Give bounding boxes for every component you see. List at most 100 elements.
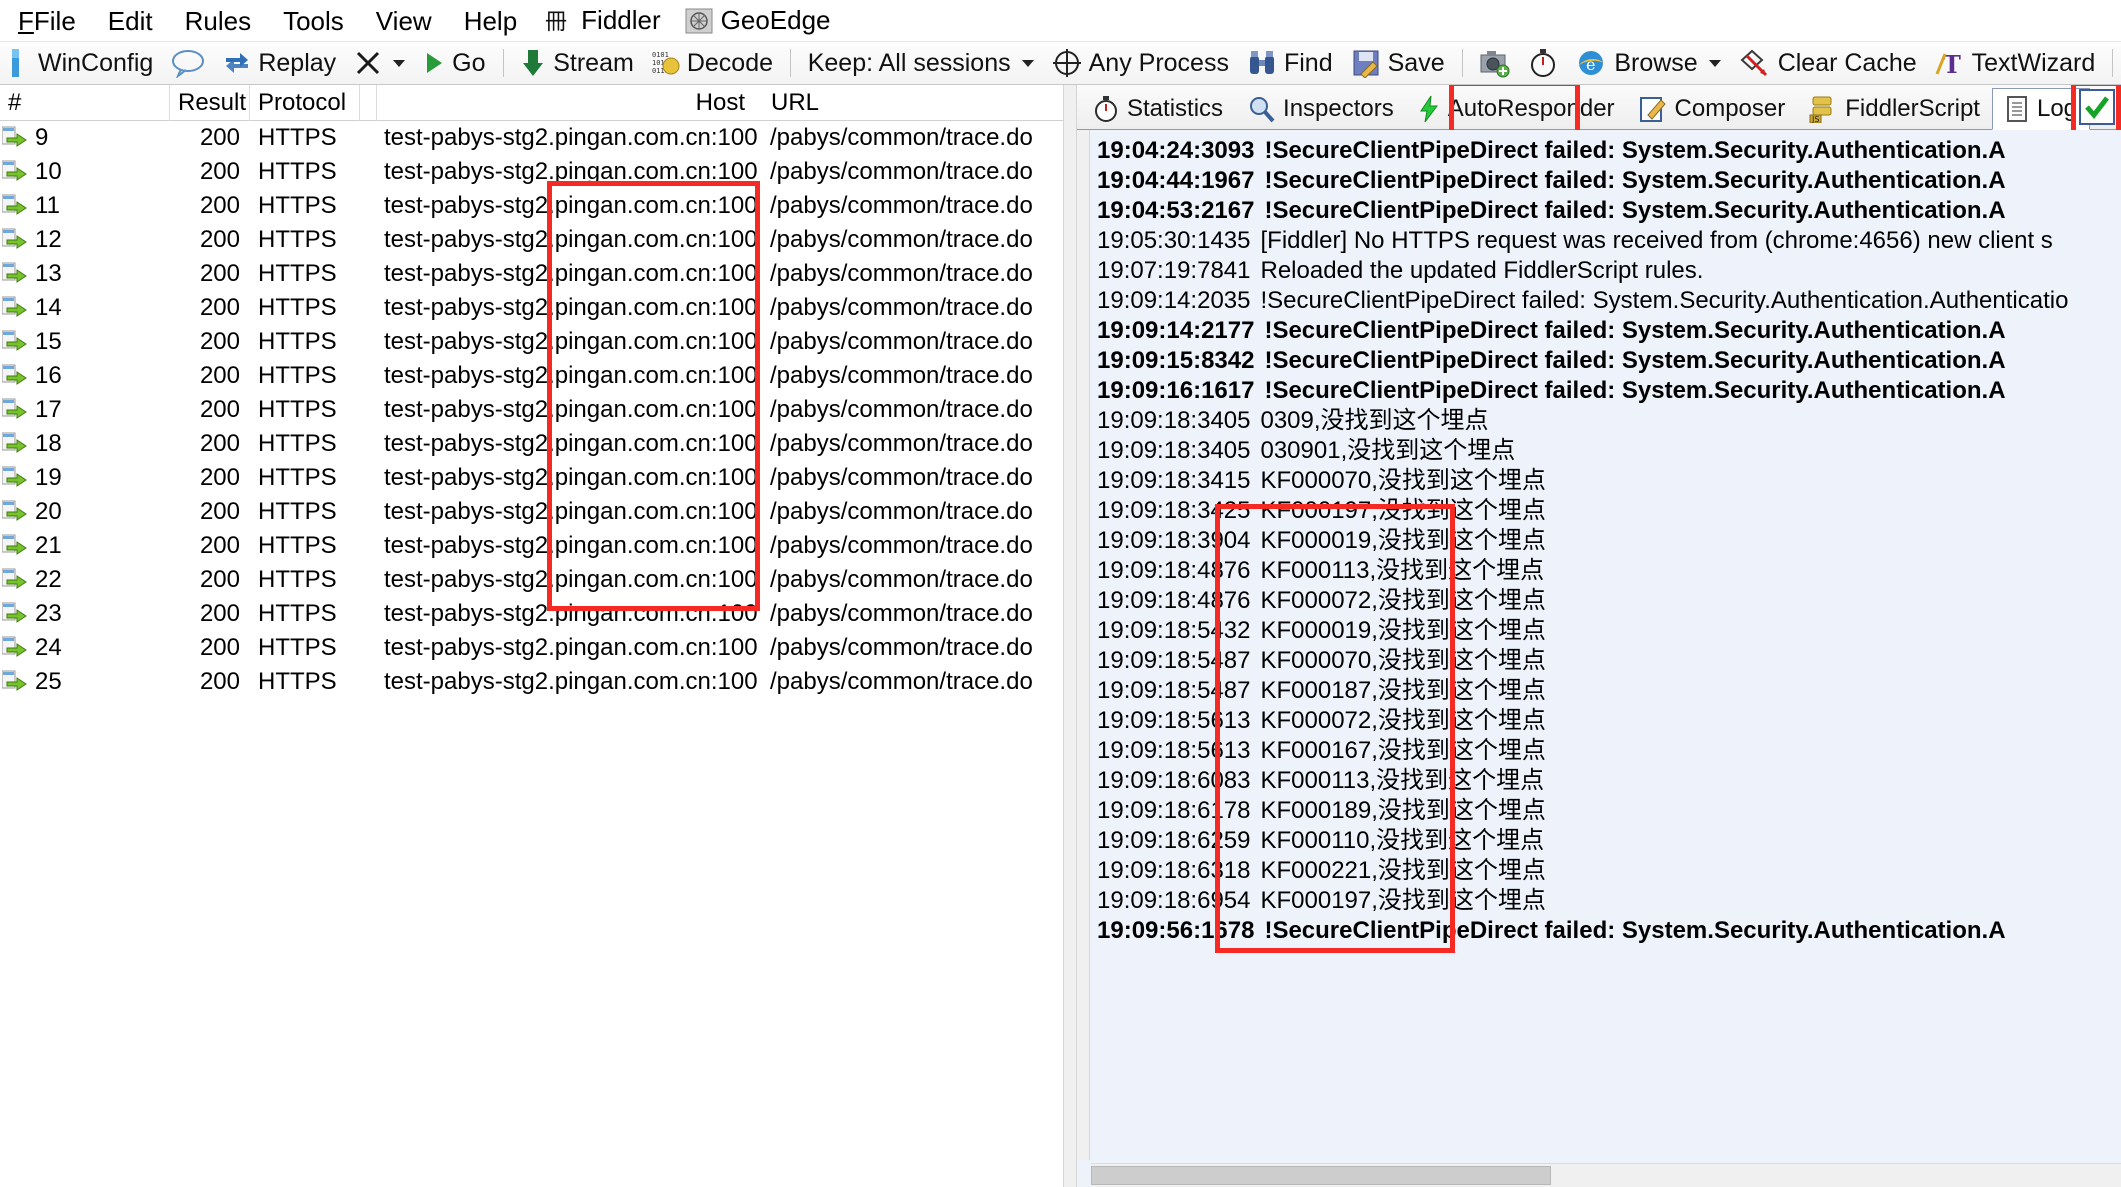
table-row[interactable]: 17 200 HTTPS test-pabys-stg2.pingan.com.cn:…: [0, 393, 1063, 427]
table-row[interactable]: 23 200 HTTPS test-pabys-stg2.pingan.com.cn:…: [0, 597, 1063, 631]
menu-fiddler-addon[interactable]: 冊 Fiddler: [533, 5, 672, 36]
column-header-number[interactable]: #: [0, 85, 170, 121]
column-header-host[interactable]: Host: [377, 85, 759, 121]
toolbar-remove-button[interactable]: [345, 44, 414, 83]
log-line[interactable]: 19:09:18:4876 KF000113,没找到这个埋点: [1091, 556, 2121, 586]
table-row[interactable]: 22 200 HTTPS test-pabys-stg2.pingan.com.cn:…: [0, 563, 1063, 597]
log-line[interactable]: 19:04:24:3093 !SecureClientPipeDirect fai…: [1091, 136, 2121, 166]
log-line[interactable]: 19:09:18:5432 KF000019,没找到这个埋点: [1091, 616, 2121, 646]
green-check-icon: [2084, 94, 2110, 120]
menu-tools[interactable]: Tools: [267, 0, 360, 42]
log-line[interactable]: 19:09:18:4876 KF000072,没找到这个埋点: [1091, 586, 2121, 616]
session-url-cell: /pabys/common/trace.do: [770, 430, 1033, 457]
log-horizontal-scrollbar[interactable]: [1091, 1163, 2121, 1187]
log-line[interactable]: 19:09:18:5487 KF000187,没找到这个埋点: [1091, 676, 2121, 706]
toolbar-decode-button[interactable]: 0101 1010 0110 Decode: [643, 44, 782, 83]
tab-fiddlerscript[interactable]: JS FiddlerScript: [1797, 89, 1992, 129]
session-url-cell: /pabys/common/trace.do: [770, 532, 1033, 559]
menu-view[interactable]: View: [360, 0, 448, 42]
toolbar-find-button[interactable]: Find: [1238, 44, 1342, 83]
table-row[interactable]: 24 200 HTTPS test-pabys-stg2.pingan.com.cn:…: [0, 631, 1063, 665]
table-row[interactable]: 18 200 HTTPS test-pabys-stg2.pingan.com.cn:…: [0, 427, 1063, 461]
toolbar-keep-sessions-dropdown[interactable]: Keep: All sessions: [799, 44, 1043, 83]
table-row[interactable]: 25 200 HTTPS test-pabys-stg2.pingan.com.cn:…: [0, 665, 1063, 699]
log-scrollbar-thumb[interactable]: [1091, 1166, 1551, 1185]
menu-rules[interactable]: Rules: [169, 0, 267, 42]
column-header-result[interactable]: Result: [170, 85, 250, 121]
toolbar-browse-button[interactable]: e Browse: [1566, 44, 1729, 83]
keep-dropdown-caret-icon[interactable]: [1021, 59, 1034, 67]
column-header-protocol[interactable]: Protocol: [250, 85, 360, 121]
session-number-cell: 11: [0, 189, 170, 223]
toolbar-go-button[interactable]: Go: [414, 44, 494, 83]
toolbar-clear-cache-button[interactable]: Clear Cache: [1730, 44, 1926, 83]
log-line[interactable]: 19:09:18:3415 KF000070,没找到这个埋点: [1091, 466, 2121, 496]
log-line[interactable]: 19:09:18:3405 0309,没找到这个埋点: [1091, 406, 2121, 436]
menu-help[interactable]: Help: [448, 0, 533, 42]
toolbar-camera-button[interactable]: [1470, 44, 1520, 83]
table-row[interactable]: 13 200 HTTPS test-pabys-stg2.pingan.com.cn:…: [0, 257, 1063, 291]
tab-log[interactable]: Log: [1991, 88, 2091, 130]
table-row[interactable]: 9 200 HTTPS test-pabys-stg2.pingan.com.cn:1…: [0, 121, 1063, 155]
table-row[interactable]: 11 200 HTTPS test-pabys-stg2.pingan.com.cn:…: [0, 189, 1063, 223]
toolbar-comment-button[interactable]: [162, 44, 214, 83]
session-list-body[interactable]: 9 200 HTTPS test-pabys-stg2.pingan.com.cn:1…: [0, 121, 1063, 699]
menu-geoedge-addon[interactable]: GeoEdge: [673, 5, 843, 36]
table-row[interactable]: 16 200 HTTPS test-pabys-stg2.pingan.com.cn:…: [0, 359, 1063, 393]
replay-icon: [223, 49, 251, 77]
toolbar-textwizard-button[interactable]: T TextWizard: [1926, 44, 2105, 83]
session-url-cell: /pabys/common/trace.do: [770, 158, 1033, 185]
toolbar-stream-button[interactable]: Stream: [511, 44, 643, 83]
toolbar-save-button[interactable]: Save: [1342, 44, 1454, 83]
log-line[interactable]: 19:07:19:7841 Reloaded the updated Fiddle…: [1091, 256, 2121, 286]
log-line[interactable]: 19:09:14:2035 !SecureClientPipeDirect fai…: [1091, 286, 2121, 316]
log-line[interactable]: 19:09:15:8342 !SecureClientPipeDirect fai…: [1091, 346, 2121, 376]
table-row[interactable]: 20 200 HTTPS test-pabys-stg2.pingan.com.cn:…: [0, 495, 1063, 529]
tab-statistics[interactable]: Statistics: [1081, 89, 1235, 129]
log-line[interactable]: 19:04:44:1967 !SecureClientPipeDirect fai…: [1091, 166, 2121, 196]
remove-dropdown-caret-icon[interactable]: [393, 59, 406, 67]
log-line[interactable]: 19:04:53:2167 !SecureClientPipeDirect fai…: [1091, 196, 2121, 226]
log-line[interactable]: 19:09:18:6259 KF000110,没找到这个埋点: [1091, 826, 2121, 856]
tab-composer[interactable]: Composer: [1627, 89, 1798, 129]
log-line[interactable]: 19:09:14:2177 !SecureClientPipeDirect fai…: [1091, 316, 2121, 346]
toolbar-timer-button[interactable]: [1520, 44, 1566, 83]
menu-edit[interactable]: Edit: [92, 0, 169, 42]
session-number: 15: [35, 328, 62, 355]
toolbar-winconfig-button[interactable]: WinConfig: [2, 44, 162, 83]
table-row[interactable]: 10 200 HTTPS test-pabys-stg2.pingan.com.cn:…: [0, 155, 1063, 189]
table-row[interactable]: 19 200 HTTPS test-pabys-stg2.pingan.com.cn:…: [0, 461, 1063, 495]
session-number: 14: [35, 294, 62, 321]
log-line[interactable]: 19:09:18:6083 KF000113,没找到这个埋点: [1091, 766, 2121, 796]
log-line[interactable]: 19:05:30:1435 [Fiddler] No HTTPS request …: [1091, 226, 2121, 256]
log-line[interactable]: 19:09:18:6178 KF000189,没找到这个埋点: [1091, 796, 2121, 826]
column-header-url[interactable]: URL: [759, 85, 1055, 121]
table-row[interactable]: 12 200 HTTPS test-pabys-stg2.pingan.com.cn:…: [0, 223, 1063, 257]
log-line[interactable]: 19:09:56:1678 !SecureClientPipeDirect fai…: [1091, 916, 2121, 946]
log-line[interactable]: 19:09:18:5487 KF000070,没找到这个埋点: [1091, 646, 2121, 676]
table-row[interactable]: 14 200 HTTPS test-pabys-stg2.pingan.com.cn:…: [0, 291, 1063, 325]
log-line[interactable]: 19:09:18:3425 KF000197,没找到这个埋点: [1091, 496, 2121, 526]
toolbar-any-process-button[interactable]: Any Process: [1043, 44, 1238, 83]
pane-splitter[interactable]: [1063, 85, 1077, 1187]
log-line[interactable]: 19:09:16:1617 !SecureClientPipeDirect fai…: [1091, 376, 2121, 406]
log-line[interactable]: 19:09:18:5613 KF000072,没找到这个埋点: [1091, 706, 2121, 736]
log-message: !SecureClientPipeDirect failed: System.S…: [1264, 137, 2006, 164]
log-enable-checkbox[interactable]: [2079, 89, 2115, 125]
log-line[interactable]: 19:09:18:6318 KF000221,没找到这个埋点: [1091, 856, 2121, 886]
session-number: 12: [35, 226, 62, 253]
menu-file[interactable]: FFile: [2, 0, 92, 42]
log-line[interactable]: 19:09:18:6954 KF000197,没找到这个埋点: [1091, 886, 2121, 916]
log-line[interactable]: 19:09:18:5613 KF000167,没找到这个埋点: [1091, 736, 2121, 766]
table-row[interactable]: 21 200 HTTPS test-pabys-stg2.pingan.com.cn:…: [0, 529, 1063, 563]
table-row[interactable]: 15 200 HTTPS test-pabys-stg2.pingan.com.cn:…: [0, 325, 1063, 359]
tab-inspectors[interactable]: Inspectors: [1235, 89, 1406, 129]
tab-autoresponder[interactable]: AutoResponder: [1406, 89, 1627, 129]
log-content[interactable]: 19:04:24:3093 !SecureClientPipeDirect fai…: [1091, 136, 2121, 1161]
svg-text:冊: 冊: [545, 10, 567, 35]
log-line[interactable]: 19:09:18:3904 KF000019,没找到这个埋点: [1091, 526, 2121, 556]
browse-dropdown-caret-icon[interactable]: [1708, 59, 1721, 67]
toolbar-replay-button[interactable]: Replay: [214, 44, 345, 83]
log-line[interactable]: 19:09:18:3405 030901,没找到这个埋点: [1091, 436, 2121, 466]
fiddler-icon: 冊: [545, 7, 573, 35]
